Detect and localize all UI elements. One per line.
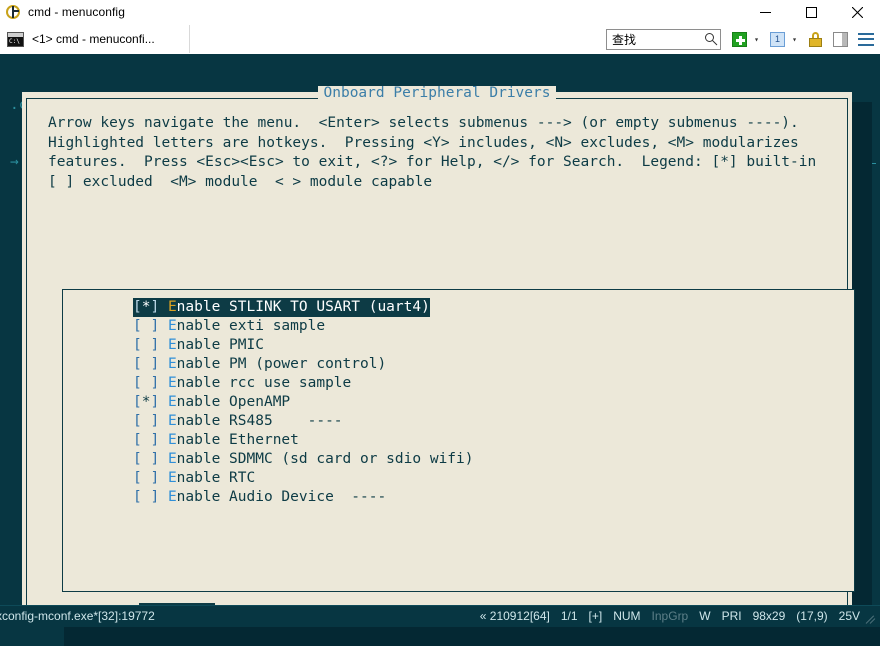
switch-pane-button[interactable]: 1	[767, 29, 788, 50]
console-icon-text: C:\	[8, 37, 23, 46]
minimize-button[interactable]	[742, 0, 788, 24]
dialog-help-text: Arrow keys navigate the menu. <Enter> se…	[48, 114, 842, 192]
menu-item-hotkey: E	[168, 394, 177, 410]
menu-item-label: nable RTC	[177, 470, 256, 486]
toggle-panel-button[interactable]	[830, 29, 851, 50]
menu-item-hotkey: E	[168, 356, 177, 372]
console-window-icon: C:\	[7, 32, 24, 47]
menu-item-label: nable PMIC	[177, 337, 264, 353]
status-indicators: « 210912[64] 1/1 [+] NUM InpGrp W PRI 98…	[469, 609, 860, 623]
menu-item[interactable]: [ ] Enable PMIC	[133, 336, 264, 355]
menu-item-checkbox: [ ]	[133, 375, 159, 391]
pane-number-icon: 1	[770, 32, 785, 47]
status-w: W	[699, 609, 710, 623]
search-input-value: 查找	[612, 31, 704, 48]
menu-item-hotkey: E	[168, 470, 177, 486]
menu-item[interactable]: [ ] Enable SDMMC (sd card or sdio wifi)	[133, 450, 473, 469]
menu-item-checkbox: [ ]	[133, 337, 159, 353]
pane-number-label: 1	[771, 33, 784, 46]
menu-item[interactable]: [ ] Enable Audio Device ----	[133, 488, 386, 507]
menu-item-checkbox: [ ]	[133, 451, 159, 467]
menu-item-hotkey: E	[168, 413, 177, 429]
tab-cmd-menuconfig[interactable]: C:\ <1> cmd - menuconfi...	[0, 25, 190, 53]
window-title: cmd - menuconfig	[28, 5, 125, 19]
new-tab-button[interactable]	[729, 29, 750, 50]
menu-item-hotkey: E	[168, 337, 177, 353]
panel-icon	[833, 32, 848, 47]
status-num: NUM	[613, 609, 640, 623]
status-process: xconfig-mconf.exe*[32]:19772	[0, 609, 155, 623]
menu-item-label: nable Ethernet	[177, 432, 299, 448]
menu-item-hotkey: E	[168, 299, 177, 315]
tab-bar: C:\ <1> cmd - menuconfi... 查找 ▾ 1 ▾	[0, 24, 880, 54]
status-session: « 210912[64]	[480, 609, 550, 623]
menu-item-checkbox: [ ]	[133, 489, 159, 505]
menu-item-checkbox: [*]	[133, 394, 159, 410]
menu-item-checkbox: [ ]	[133, 413, 159, 429]
menu-listbox[interactable]: [*] Enable STLINK TO USART (uart4)[ ] En…	[62, 289, 855, 592]
menu-item[interactable]: [ ] Enable RTC	[133, 469, 255, 488]
status-panes: 1/1	[561, 609, 578, 623]
status-plus: [+]	[589, 609, 603, 623]
status-size: 98x29	[753, 609, 786, 623]
menu-item[interactable]: [ ] Enable PM (power control)	[133, 355, 386, 374]
menu-item-label: nable STLINK TO USART (uart4)	[177, 299, 430, 315]
search-icon	[704, 32, 718, 46]
menu-button[interactable]	[855, 29, 876, 50]
window-controls	[742, 0, 880, 24]
menu-item-checkbox: [ ]	[133, 318, 159, 334]
resize-grip[interactable]	[864, 611, 878, 625]
menu-item-hotkey: E	[168, 432, 177, 448]
menu-item-label: nable SDMMC (sd card or sdio wifi)	[177, 451, 474, 467]
menu-item-hotkey: E	[168, 451, 177, 467]
menu-item-label: nable Audio Device ----	[177, 489, 387, 505]
menu-item[interactable]: [ ] Enable exti sample	[133, 317, 325, 336]
pane-caret[interactable]: ▾	[788, 29, 801, 50]
status-cursor: (17,9)	[796, 609, 827, 623]
menu-item[interactable]: [ ] Enable RS485 ----	[133, 412, 343, 431]
menu-item-label: nable OpenAMP	[177, 394, 291, 410]
menu-item-hotkey: E	[168, 375, 177, 391]
lock-button[interactable]	[805, 29, 826, 50]
hamburger-menu-icon	[858, 33, 874, 46]
search-input[interactable]: 查找	[606, 29, 721, 50]
toolbar: 查找 ▾ 1 ▾	[606, 27, 876, 51]
lock-icon	[809, 32, 822, 47]
menu-item-checkbox: [*]	[133, 299, 159, 315]
menu-item[interactable]: [ ] Enable Ethernet	[133, 431, 299, 450]
pane-split: 1 ▾	[767, 29, 801, 50]
menu-item-checkbox: [ ]	[133, 356, 159, 372]
dialog-shadow-right	[852, 102, 872, 646]
menu-item-checkbox: [ ]	[133, 470, 159, 486]
menu-item[interactable]: [ ] Enable rcc use sample	[133, 374, 351, 393]
window-titlebar: cmd - menuconfig	[0, 0, 880, 24]
menu-item-hotkey: E	[168, 318, 177, 334]
menu-item-label: nable PM (power control)	[177, 356, 387, 372]
new-tab-split: ▾	[729, 29, 763, 50]
menu-item-checkbox: [ ]	[133, 432, 159, 448]
menu-item-label: nable RS485 ----	[177, 413, 343, 429]
maximize-button[interactable]	[788, 0, 834, 24]
terminal-console[interactable]: .config - RT-Thread Configuration → Hard…	[0, 54, 880, 605]
status-pri: PRI	[722, 609, 742, 623]
menu-item[interactable]: [*] Enable STLINK TO USART (uart4)	[133, 298, 430, 317]
status-inpgrp: InpGrp	[652, 609, 689, 623]
menu-item-label: nable exti sample	[177, 318, 325, 334]
close-button[interactable]	[834, 0, 880, 24]
menu-item[interactable]: [*] Enable OpenAMP	[133, 393, 290, 412]
menu-item-label: nable rcc use sample	[177, 375, 352, 391]
status-bar: xconfig-mconf.exe*[32]:19772 « 210912[64…	[0, 605, 880, 627]
menu-list: [*] Enable STLINK TO USART (uart4)[ ] En…	[133, 298, 850, 507]
tab-label: <1> cmd - menuconfi...	[32, 32, 155, 46]
status-vt: 25V	[839, 609, 860, 623]
menu-item-hotkey: E	[168, 489, 177, 505]
dialog-shadow-bottom	[64, 626, 880, 646]
new-tab-caret[interactable]: ▾	[750, 29, 763, 50]
plus-icon	[732, 32, 747, 47]
menuconfig-dialog: Onboard Peripheral Drivers Arrow keys na…	[22, 92, 852, 626]
rt-thread-logo-icon	[5, 4, 21, 20]
